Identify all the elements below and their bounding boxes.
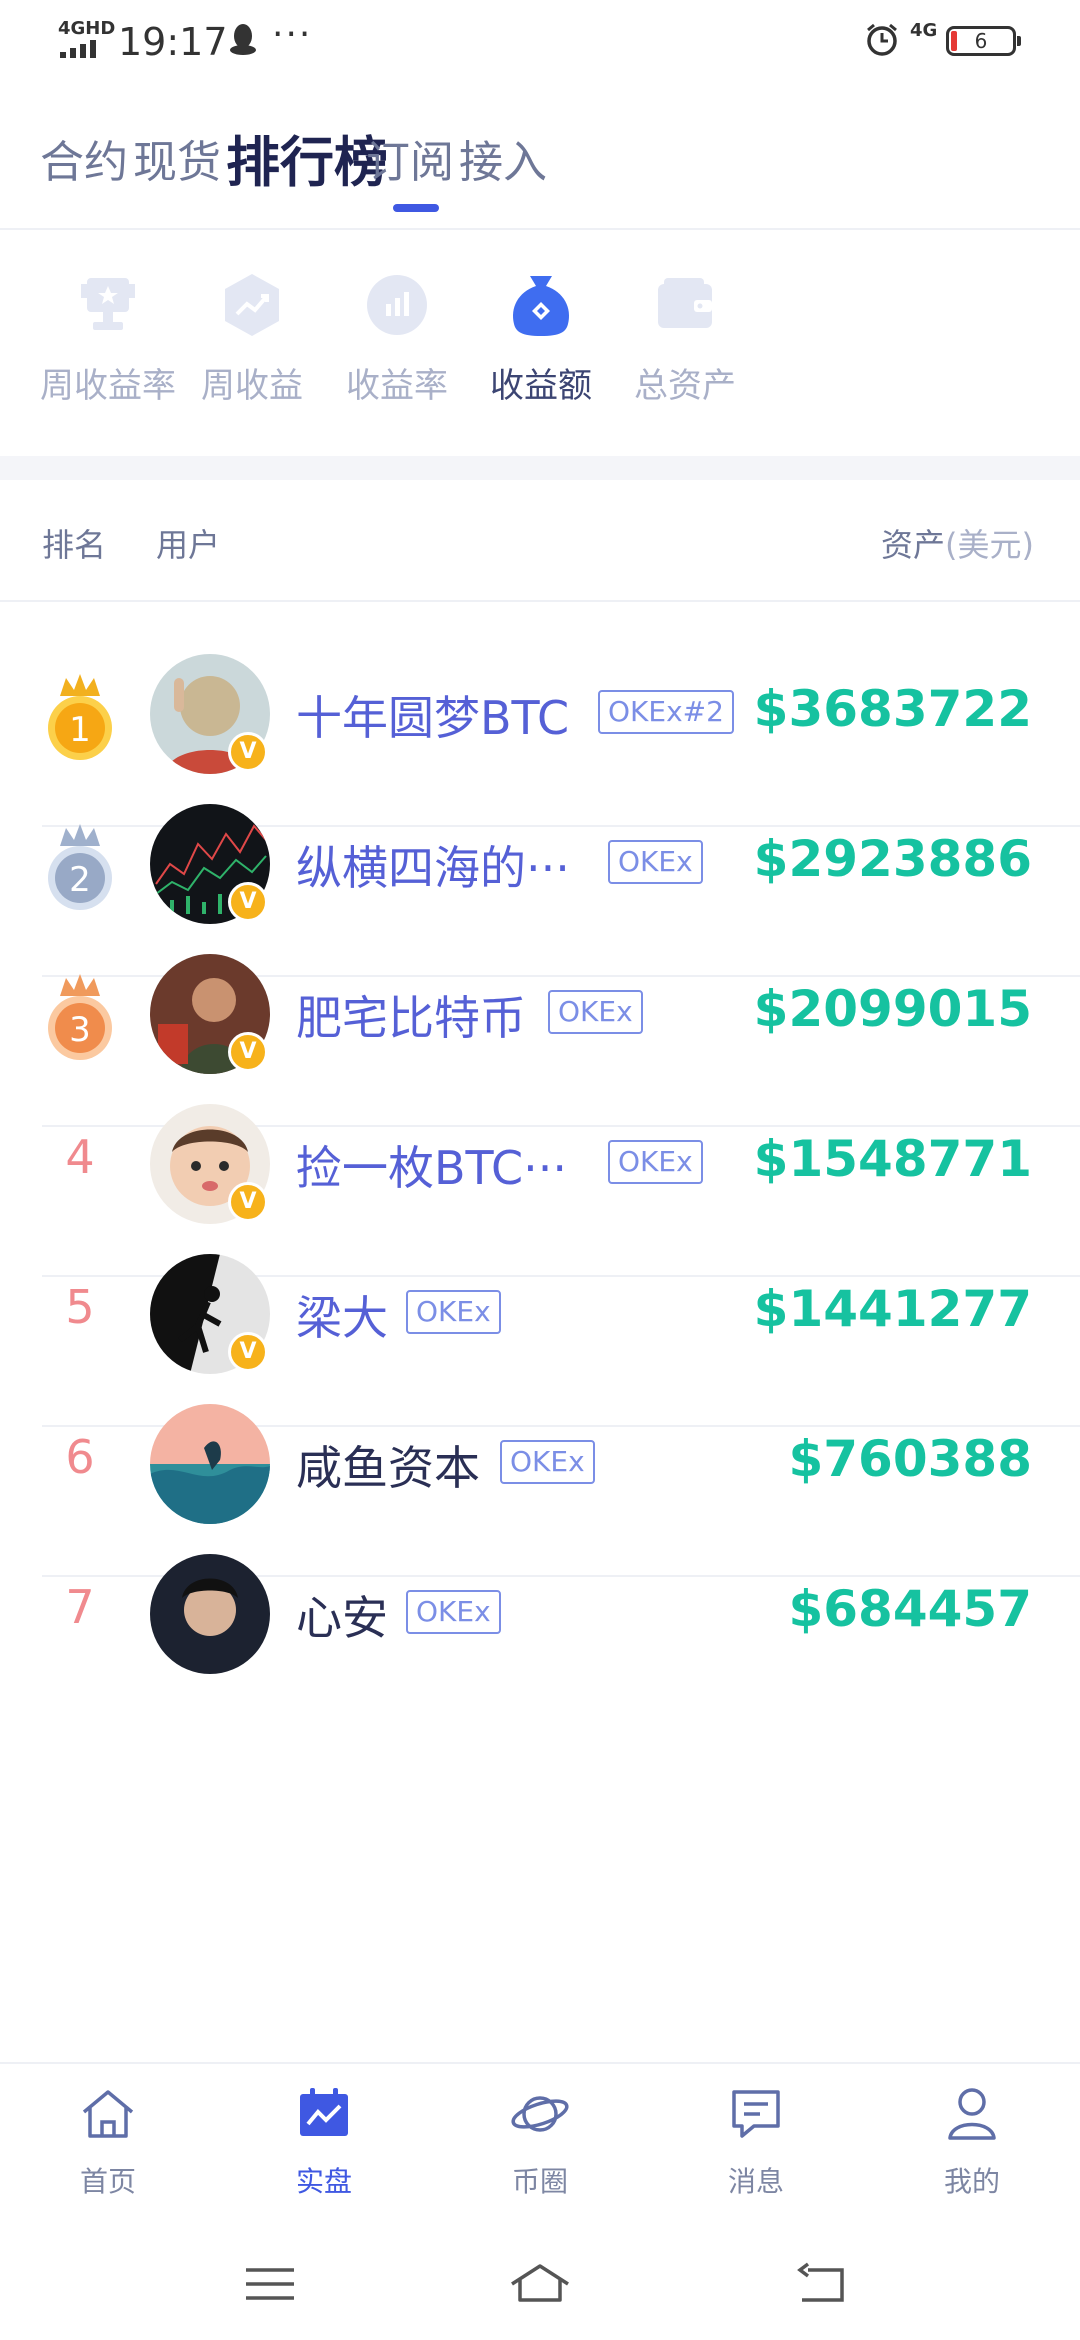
asset-amount: $760388 bbox=[788, 1430, 1032, 1488]
category-label: 总资产 bbox=[634, 366, 736, 406]
nav-profile[interactable]: 我的 bbox=[882, 2084, 1062, 2200]
username[interactable]: 肥宅比特币 bbox=[296, 982, 526, 1048]
qq-penguin-icon bbox=[230, 24, 256, 55]
rank-number: 7 bbox=[65, 1580, 95, 1634]
exchange-tag: OKEx#2 bbox=[598, 690, 734, 734]
avatar[interactable] bbox=[150, 1554, 270, 1674]
medal-rank: 2 bbox=[69, 860, 91, 900]
header-asset: 资产(美元) bbox=[881, 520, 1034, 566]
battery-level: 6 bbox=[974, 29, 988, 53]
rank-number: 5 bbox=[65, 1280, 95, 1334]
header-user: 用户 bbox=[156, 526, 221, 564]
nav-label: 币圈 bbox=[511, 2165, 568, 2198]
message-icon bbox=[732, 2090, 780, 2138]
asset-amount: $1548771 bbox=[753, 1130, 1032, 1188]
leaderboard-list: 1 V 十年圆梦BTC OKEx#2 $3683722 2 V 纵横四海的··· bbox=[0, 602, 1080, 2062]
username[interactable]: 捡一枚BTC··· bbox=[296, 1132, 567, 1198]
category-total-assets[interactable]: 总资产 bbox=[585, 270, 785, 407]
leaderboard-row[interactable]: 7 心安 OKEx $684457 bbox=[0, 1502, 1080, 1727]
bottom-navigation: 首页 实盘 币圈 消息 我的 bbox=[0, 2062, 1080, 2228]
home-icon bbox=[82, 2090, 134, 2138]
network-type: 4GHD bbox=[58, 18, 116, 39]
tab-connect[interactable]: 接入 bbox=[459, 126, 547, 190]
nav-home[interactable]: 首页 bbox=[18, 2084, 198, 2200]
header-rank: 排名 bbox=[42, 526, 107, 564]
username[interactable]: 纵横四海的··· bbox=[296, 832, 570, 898]
username[interactable]: 心安 bbox=[296, 1582, 388, 1648]
bar-chart-icon bbox=[367, 275, 427, 335]
nav-label: 实盘 bbox=[295, 2165, 352, 2198]
asset-amount: $2923886 bbox=[753, 830, 1032, 888]
header-asset-label: 资产 bbox=[881, 526, 946, 564]
ranking-category-bar: 周收益率 周收益 收益率 收益额 总资产 bbox=[0, 230, 1080, 456]
mobile-data-label: 4G bbox=[910, 20, 938, 41]
rank-number: 4 bbox=[65, 1130, 95, 1184]
money-bag-icon bbox=[512, 276, 570, 336]
medal-rank: 1 bbox=[69, 710, 91, 750]
exchange-tag: OKEx bbox=[608, 1140, 703, 1184]
medal-rank: 3 bbox=[69, 1010, 91, 1050]
username[interactable]: 咸鱼资本 bbox=[296, 1432, 480, 1498]
wallet-icon bbox=[658, 278, 712, 328]
nav-label: 消息 bbox=[727, 2165, 784, 2198]
rank-number: 6 bbox=[65, 1430, 95, 1484]
clock-time: 19:17 bbox=[118, 20, 228, 64]
exchange-tag: OKEx bbox=[548, 990, 643, 1034]
section-divider bbox=[0, 456, 1080, 480]
more-notifications-icon: ··· bbox=[272, 14, 313, 55]
exchange-tag: OKEx bbox=[406, 1290, 501, 1334]
planet-icon bbox=[511, 2096, 569, 2132]
username[interactable]: 梁大 bbox=[296, 1282, 388, 1348]
chart-icon bbox=[300, 2088, 348, 2136]
exchange-tag: OKEx bbox=[608, 840, 703, 884]
nav-label: 首页 bbox=[79, 2165, 136, 2198]
list-header: 排名 用户 资产(美元) bbox=[0, 480, 1080, 602]
back-icon[interactable] bbox=[790, 2254, 854, 2314]
active-tab-indicator bbox=[393, 204, 439, 212]
nav-live-trading[interactable]: 实盘 bbox=[234, 2084, 414, 2200]
battery-icon: 6 bbox=[946, 26, 1021, 56]
header-asset-unit: (美元) bbox=[945, 526, 1034, 564]
username[interactable]: 十年圆梦BTC bbox=[296, 682, 569, 748]
alarm-icon bbox=[867, 23, 897, 56]
menu-icon[interactable] bbox=[238, 2254, 302, 2314]
signal-icon bbox=[60, 38, 104, 58]
asset-amount: $2099015 bbox=[753, 980, 1032, 1038]
nav-messages[interactable]: 消息 bbox=[666, 2084, 846, 2200]
nav-label: 我的 bbox=[943, 2165, 1000, 2198]
tab-subscribe[interactable]: 订阅 bbox=[366, 126, 454, 190]
status-bar: 4GHD 19:17 ··· 4G 6 bbox=[0, 0, 1080, 84]
asset-amount: $1441277 bbox=[753, 1280, 1032, 1338]
exchange-tag: OKEx bbox=[406, 1590, 501, 1634]
asset-amount: $684457 bbox=[788, 1580, 1032, 1638]
tab-leaderboard[interactable]: 排行榜 bbox=[226, 118, 388, 197]
profile-icon bbox=[948, 2088, 996, 2140]
trend-up-icon bbox=[225, 274, 279, 336]
home-button-icon[interactable] bbox=[508, 2254, 572, 2314]
system-navigation-bar bbox=[0, 2228, 1080, 2340]
top-tab-bar: 合约 现货 排行榜 订阅 接入 bbox=[0, 84, 1080, 230]
exchange-tag: OKEx bbox=[500, 1440, 595, 1484]
tab-spot[interactable]: 现货 bbox=[133, 126, 221, 190]
tab-contracts[interactable]: 合约 bbox=[40, 126, 128, 190]
nav-crypto-circle[interactable]: 币圈 bbox=[450, 2084, 630, 2200]
asset-amount: $3683722 bbox=[753, 680, 1032, 738]
trophy-icon bbox=[81, 278, 135, 330]
